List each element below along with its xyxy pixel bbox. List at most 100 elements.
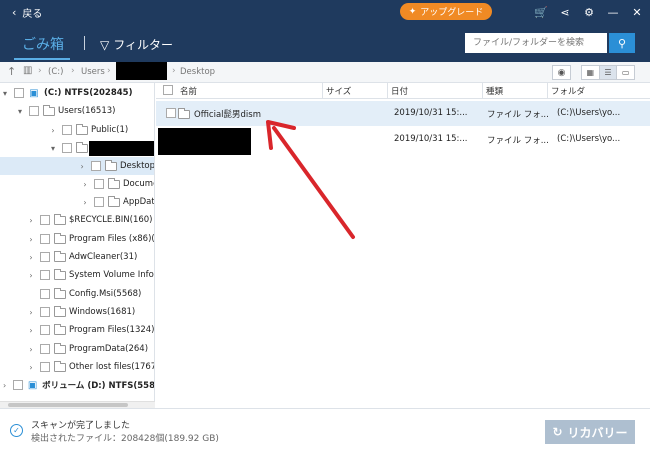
chevron-right-icon[interactable]: › <box>26 235 36 244</box>
tree-checkbox[interactable] <box>62 125 72 135</box>
file-list-header: 名前 サイズ 日付 種類 フォルダ <box>156 83 650 99</box>
folder-icon <box>54 323 66 335</box>
upgrade-button[interactable]: ✦ アップグレード <box>400 3 492 20</box>
tree-checkbox[interactable] <box>40 307 50 317</box>
filter-button[interactable]: ▽ フィルター <box>100 36 173 53</box>
tree-checkbox[interactable] <box>94 179 104 189</box>
minimize-icon[interactable]: — <box>606 6 620 19</box>
chevron-right-icon[interactable]: › <box>26 363 36 372</box>
row-date: 2019/10/31 15:... <box>394 108 468 118</box>
tree-checkbox[interactable] <box>40 252 50 262</box>
tree-node[interactable]: › Program Files (x86)(5 <box>26 230 154 248</box>
up-arrow-icon[interactable]: ↑ <box>7 65 16 78</box>
tree-node[interactable]: › ProgramData(264) <box>26 340 148 358</box>
chevron-right-icon[interactable]: › <box>26 271 36 280</box>
tree-checkbox[interactable] <box>94 197 104 207</box>
breadcrumb-item[interactable]: Desktop <box>180 67 215 77</box>
tree-node[interactable]: › Other lost files(17670 <box>26 358 154 376</box>
tree-checkbox[interactable] <box>62 143 72 153</box>
tree-checkbox[interactable] <box>90 161 101 171</box>
chevron-right-icon[interactable]: › <box>26 308 36 317</box>
tree-checkbox[interactable] <box>40 325 50 335</box>
grid-view-icon[interactable]: ▦ <box>582 66 600 79</box>
tree-node-drive-c[interactable]: ▾ ▣ (C:) NTFS(202845) <box>0 84 154 102</box>
chevron-right-icon[interactable]: › <box>26 345 36 354</box>
row-type: ファイル フォ... <box>487 110 549 120</box>
breadcrumb-separator-icon: › <box>172 66 176 76</box>
cart-icon[interactable]: 🛒 <box>534 6 548 19</box>
tree-checkbox[interactable] <box>40 270 50 280</box>
row-folder: (C:)\Users\yo... <box>557 134 621 144</box>
column-name[interactable]: 名前 <box>180 85 197 97</box>
search-input[interactable] <box>465 33 607 53</box>
tree-node[interactable]: › $RECYCLE.BIN(160) <box>26 211 153 229</box>
scrollbar-thumb[interactable] <box>8 403 128 407</box>
tree-node[interactable]: Config.Msi(5568) <box>26 285 141 303</box>
column-size[interactable]: サイズ <box>326 85 351 97</box>
tree-checkbox[interactable] <box>14 88 24 98</box>
tree-node-drive-d[interactable]: › ▣ ボリューム (D:) NTFS(558 <box>0 376 155 394</box>
select-all-checkbox[interactable] <box>163 85 173 95</box>
chevron-right-icon[interactable]: › <box>0 381 9 390</box>
chevron-right-icon[interactable]: › <box>48 126 58 135</box>
chevron-right-icon[interactable]: › <box>26 253 36 262</box>
column-folder[interactable]: フォルダ <box>551 85 585 97</box>
breadcrumb-item[interactable]: Users <box>81 67 105 77</box>
tree-node[interactable]: ▾ Users(16513) <box>15 102 115 120</box>
tree-node[interactable]: › Windows(1681) <box>26 303 135 321</box>
row-checkbox[interactable] <box>166 108 176 118</box>
tree-checkbox[interactable] <box>40 234 50 244</box>
chevron-down-icon[interactable]: ▾ <box>15 107 25 116</box>
tree-node-selected[interactable]: › Desktop <box>0 157 154 175</box>
share-icon[interactable]: ⋖ <box>558 6 572 19</box>
tree-checkbox[interactable] <box>40 344 50 354</box>
search-button[interactable]: ⚲ <box>609 33 635 53</box>
preview-toggle[interactable]: ◉ <box>552 65 571 80</box>
tree-node[interactable]: › System Volume Inforn <box>26 266 154 284</box>
recover-button[interactable]: ↻ リカバリー <box>545 420 635 444</box>
tree-checkbox[interactable] <box>40 362 50 372</box>
tree-node-label: Users(16513) <box>58 106 116 116</box>
list-view-icon[interactable]: ☰ <box>599 66 618 79</box>
tree-node[interactable]: › AppData <box>80 193 154 211</box>
chevron-right-icon[interactable]: › <box>26 216 36 225</box>
breadcrumb-separator-icon: › <box>107 66 111 76</box>
tree-checkbox[interactable] <box>40 215 50 225</box>
tree-node-label: ProgramData(264) <box>69 344 149 354</box>
filter-icon: ▽ <box>100 37 110 52</box>
tree-node-label: (C:) NTFS(202845) <box>44 88 133 98</box>
tree-node[interactable]: › AdwCleaner(31) <box>26 248 137 266</box>
found-files-text: 検出されたファイル：208428個(189.92 GB) <box>31 434 219 444</box>
close-icon[interactable]: ✕ <box>630 6 644 19</box>
tree-node[interactable]: › Public(1) <box>48 121 128 139</box>
folder-icon <box>54 305 66 317</box>
tree-horizontal-scrollbar[interactable] <box>0 401 155 408</box>
column-type[interactable]: 種類 <box>486 85 503 97</box>
folder-icon <box>76 123 88 135</box>
settings-icon[interactable]: ⚙ <box>582 6 596 19</box>
recycle-bin-tab[interactable]: ごみ箱 <box>22 34 64 54</box>
title-bar: ‹ 戻る ✦ アップグレード 🛒 ⋖ ⚙ — ✕ <box>0 0 650 24</box>
tree-checkbox[interactable] <box>29 106 39 116</box>
file-row[interactable]: Official髭男dism 2019/10/31 15:... ファイル フォ… <box>156 101 650 126</box>
chevron-right-icon[interactable]: › <box>77 162 87 171</box>
chevron-right-icon[interactable]: › <box>26 326 36 335</box>
row-name: Official髭男dism <box>194 110 261 120</box>
chevron-right-icon[interactable]: › <box>80 198 90 207</box>
chevron-right-icon[interactable]: › <box>80 180 90 189</box>
tree-node[interactable]: › Docume <box>80 175 154 193</box>
tree-node-label: Windows(1681) <box>69 307 136 317</box>
chevron-down-icon[interactable]: ▾ <box>0 89 10 98</box>
tree-node[interactable]: ▾ <box>48 139 91 157</box>
back-label: 戻る <box>22 8 43 20</box>
chevron-down-icon[interactable]: ▾ <box>48 144 58 153</box>
detail-view-icon[interactable]: ▭ <box>617 66 634 79</box>
breadcrumb-drive[interactable]: (C:) <box>48 67 63 77</box>
tree-checkbox[interactable] <box>13 380 24 390</box>
column-date[interactable]: 日付 <box>391 85 408 97</box>
active-tab-underline <box>14 58 70 60</box>
tree-node-label: ボリューム (D:) NTFS(558 <box>42 381 155 391</box>
tree-checkbox[interactable] <box>40 289 50 299</box>
back-button[interactable]: ‹ 戻る <box>12 5 42 20</box>
tree-node[interactable]: › Program Files(1324) <box>26 321 154 339</box>
